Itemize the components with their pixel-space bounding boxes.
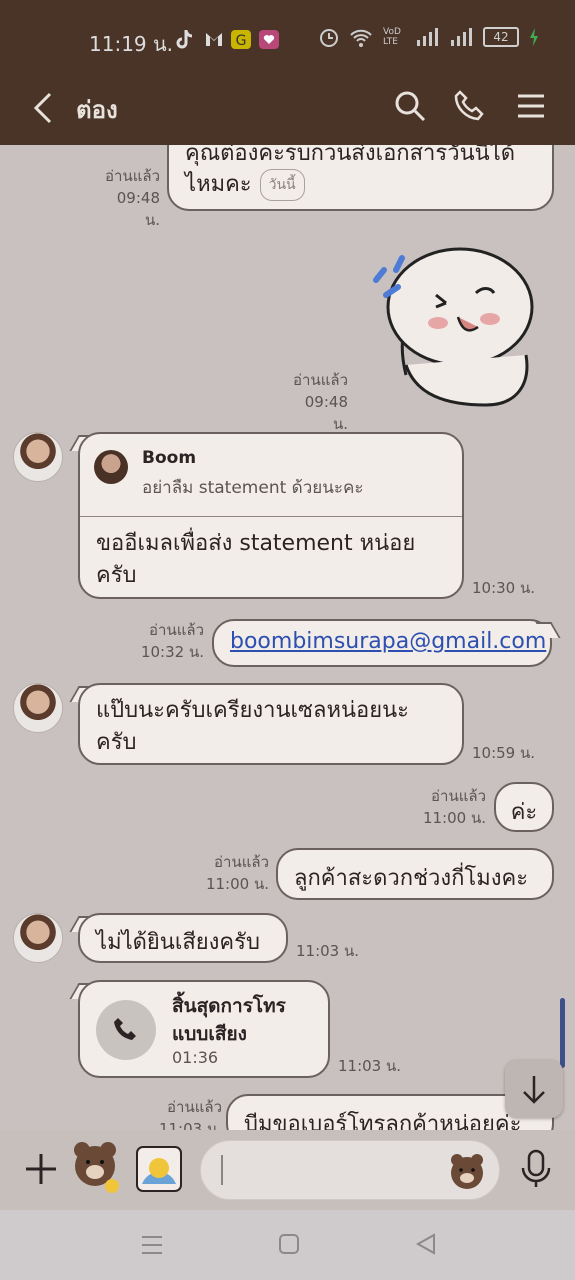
search-icon[interactable] [392,88,428,124]
divider [80,516,462,517]
message-bubble-sent[interactable]: ลูกค้าสะดวกช่วงกี่โมงคะ [276,848,554,900]
read-receipt: อ่านแล้ว 09:48 น. [105,167,160,229]
charging-icon [530,28,538,46]
message-bubble-received[interactable]: Boom อย่าลืม statement ด้วยนะคะ ขออีเมลเ… [78,432,464,599]
message-text: ครับ [96,563,137,588]
reply-name: Boom [142,448,197,468]
wifi-icon [350,29,372,47]
home-icon[interactable] [277,1232,301,1256]
back-nav-icon[interactable] [414,1232,438,1256]
read-receipt: อ่านแล้ว 11:00 น. [205,853,269,893]
message-text: ลูกค้าสะดวกช่วงกี่โมงคะ [294,866,529,891]
email-link[interactable]: boombimsurapa@gmail.com [230,629,546,654]
arrow-down-icon [523,1076,545,1104]
read-receipt: อ่านแล้ว 10:32 น. [140,621,204,661]
message-bubble-sent[interactable]: คุณต่องคะรบกวนส่งเอกสารวันนี้ได้ ไหมคะ วั… [167,145,554,211]
call-icon[interactable] [452,88,488,124]
reply-avatar [94,450,128,484]
chat-header: ต่อง [0,78,575,145]
chat-title: ต่อง [76,96,118,124]
message-text: ไหมคะ [185,172,252,197]
message-text: แป๊บนะครับเครียงานเซลหน่อยนะ [96,698,409,723]
avatar[interactable] [13,432,63,482]
volte-label: VoD LTE [383,27,401,47]
call-ended-bubble[interactable]: สิ้นสุดการโทร แบบเสียง 01:36 [78,980,330,1078]
message-text: บีมขอเบอร์โทรลูกค้าหน่อยค่ะ [244,1112,522,1130]
avatar[interactable] [13,683,63,733]
message-bubble-sent[interactable]: ค่ะ [494,782,554,832]
message-text: คุณต่องคะรบกวนส่งเอกสารวันนี้ได้ [185,145,515,166]
call-title: สิ้นสุดการโทร [172,995,286,1017]
tiktok-icon [176,30,193,49]
sticker-wink-face[interactable] [366,245,546,415]
avatar[interactable] [13,913,63,963]
message-time: 11:03 น. [296,942,360,960]
scroll-down-button[interactable] [505,1060,563,1118]
input-bar [0,1130,575,1210]
app-g-icon: G [231,30,251,49]
message-bubble-received[interactable]: แป๊บนะครับเครียงานเซลหน่อยนะ ครับ [78,683,464,765]
message-input[interactable] [200,1140,500,1200]
chat-messages[interactable]: อ่านแล้ว 09:48 น. คุณต่องคะรบกวนส่งเอกสา… [0,145,575,1130]
status-bar: 11:19 น. G VoD LTE 42 [0,0,575,78]
message-text: ค่ะ [510,800,538,825]
reply-text: อย่าลืม statement ด้วยนะคะ [142,478,364,498]
message-time: 11:03 น. [338,1057,402,1075]
call-duration: 01:36 [172,1048,219,1067]
text-caret [221,1155,223,1185]
gmail-icon [206,33,222,46]
svg-text:G: G [236,33,247,49]
recent-apps-icon[interactable] [140,1234,164,1256]
status-time: 11:19 น. [89,32,174,56]
plus-icon[interactable] [22,1150,60,1188]
signal-icon [417,28,438,46]
message-time: 10:59 น. [472,744,536,762]
message-bubble-sent[interactable]: boombimsurapa@gmail.com [212,619,552,667]
message-bubble-received[interactable]: ไม่ได้ยินเสียงครับ [78,913,288,963]
date-pill: วันนี้ [259,169,305,201]
sticker-bear-icon[interactable] [66,1138,124,1196]
signal-icon-2 [451,28,472,46]
alarm-icon [320,29,338,47]
menu-icon[interactable] [514,88,550,124]
call-icon-circle [96,1000,156,1060]
read-receipt: อ่านแล้ว 11:03 น. [158,1098,222,1130]
message-text: ไม่ได้ยินเสียงครับ [96,930,260,955]
microphone-icon[interactable] [518,1148,554,1190]
message-text: ครับ [96,730,137,755]
message-time: 10:30 น. [472,579,536,597]
call-title: แบบเสียง [172,1023,247,1045]
read-receipt: อ่านแล้ว 11:00 น. [422,787,486,827]
read-receipt: อ่านแล้ว 09:48 น. [293,371,348,433]
emoji-bear-icon[interactable] [447,1151,487,1191]
back-arrow-icon[interactable] [30,88,58,128]
app-heart-icon [259,30,279,49]
system-nav-bar [0,1210,575,1280]
phone-icon [114,1018,136,1040]
scrollbar[interactable] [560,998,565,1068]
message-text: ขออีเมลเพื่อส่ง statement หน่อย [96,531,416,556]
battery-indicator: 42 [483,27,519,47]
sticker-chick-icon[interactable] [134,1144,184,1194]
